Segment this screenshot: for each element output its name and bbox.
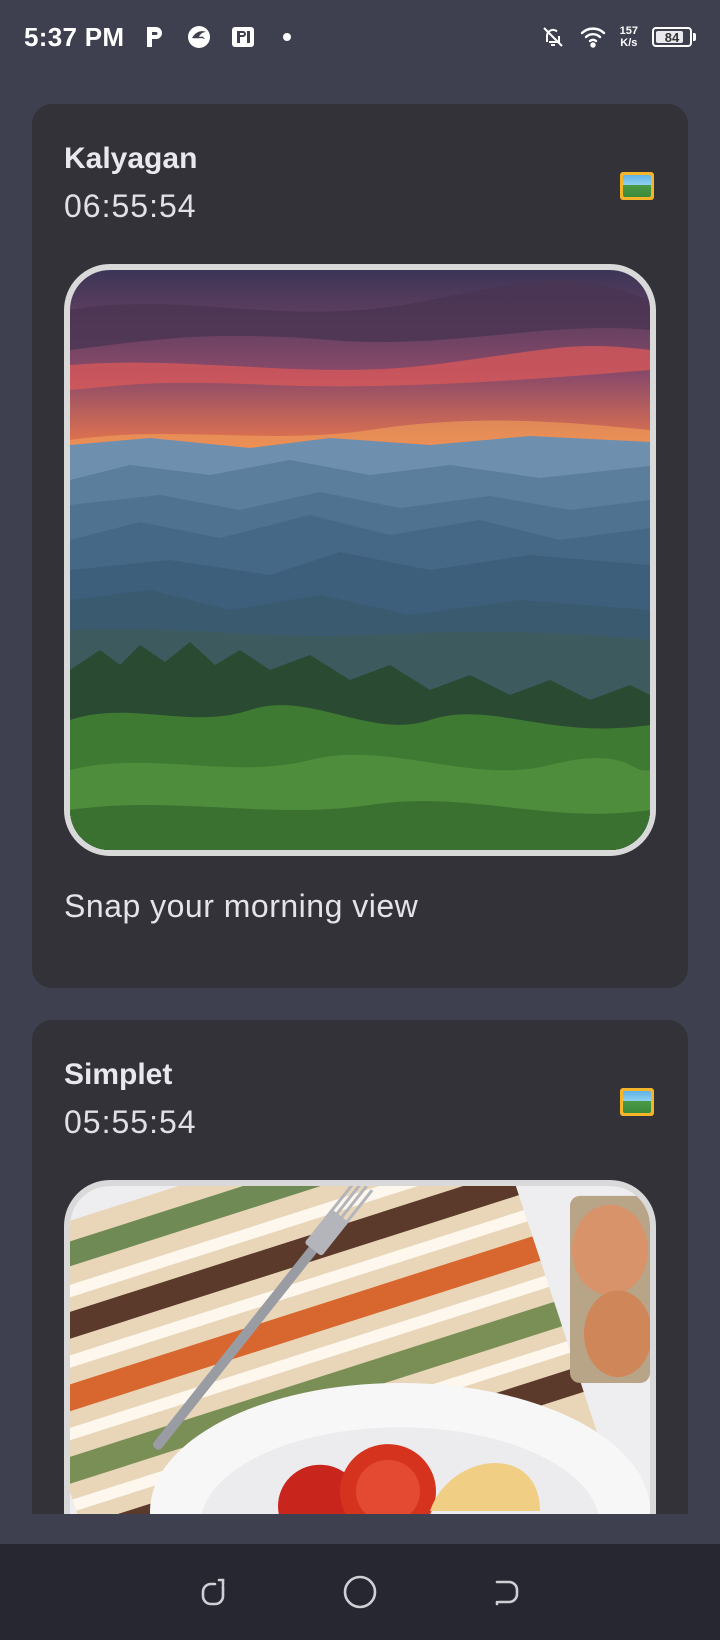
framed-picture-icon[interactable] [620,1088,654,1116]
dot-icon [274,24,300,50]
network-speed-value: 157 [619,25,638,37]
network-speed-unit: K/s [620,37,638,49]
battery-icon: 84 [652,27,696,47]
status-bar: 5:37 PM 157 K/s 84 [0,0,720,74]
pi-app-icon [230,24,256,50]
framed-picture-icon[interactable] [620,172,654,200]
bell-off-icon [540,24,566,50]
post-card[interactable]: Kalyagan 06:55:54 Snap your morning view [32,104,688,988]
card-title: Simplet [64,1058,173,1091]
network-speed: 157 K/s [620,25,638,49]
battery-level: 84 [664,29,680,45]
feed[interactable]: Kalyagan 06:55:54 Snap your morning view… [0,104,720,1514]
card-caption: Snap your morning view [64,888,419,924]
card-title: Kalyagan [64,142,198,175]
wifi-icon [580,24,606,50]
home-icon[interactable] [340,1572,380,1612]
card-time: 05:55:54 [64,1104,197,1140]
back-icon[interactable] [487,1572,527,1612]
status-time: 5:37 PM [24,21,125,52]
bird-app-icon [186,24,212,50]
p-app-icon [142,24,168,50]
status-left: 5:37 PM [24,22,300,53]
card-time: 06:55:54 [64,188,197,224]
post-card[interactable]: Simplet 05:55:54 [32,1020,688,1514]
recent-apps-icon[interactable] [193,1572,233,1612]
mountain-sunset-photo[interactable] [64,264,656,856]
status-right: 157 K/s 84 [540,24,696,50]
navigation-bar [0,1544,720,1640]
breakfast-plate-photo[interactable] [64,1180,656,1514]
